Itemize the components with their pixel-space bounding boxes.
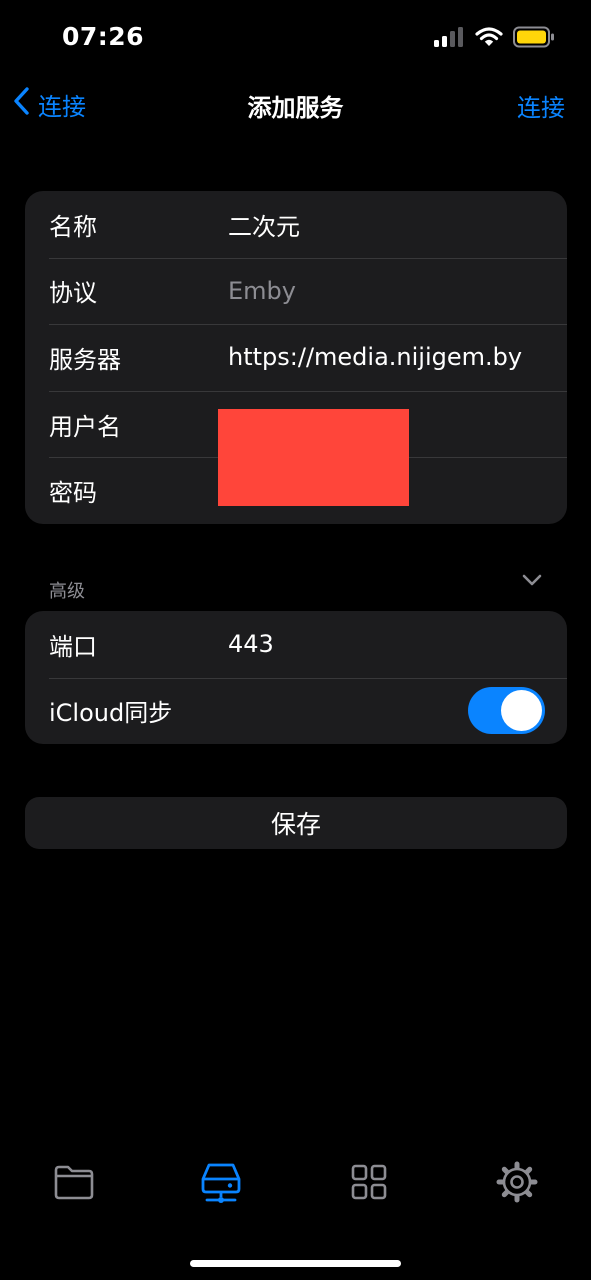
- server-field[interactable]: https://media.nijigem.by: [228, 343, 522, 371]
- grid-icon: [349, 1162, 389, 1206]
- tab-files[interactable]: [50, 1160, 98, 1208]
- status-icons: [433, 26, 555, 52]
- tab-settings[interactable]: [493, 1160, 541, 1208]
- server-row[interactable]: 服务器 https://media.nijigem.by: [25, 324, 567, 391]
- back-button-label: 连接: [38, 92, 86, 121]
- icloud-sync-row: iCloud同步: [25, 677, 567, 745]
- toggle-knob: [501, 689, 542, 731]
- server-icon: [199, 1160, 243, 1208]
- back-button[interactable]: 连接: [12, 86, 86, 122]
- port-field[interactable]: 443: [228, 630, 274, 658]
- redaction-block: [218, 409, 409, 506]
- connect-button[interactable]: 连接: [517, 88, 565, 123]
- port-label: 端口: [49, 632, 97, 661]
- icloud-sync-toggle[interactable]: [468, 686, 545, 734]
- tab-library[interactable]: [345, 1160, 393, 1208]
- server-label: 服务器: [49, 345, 121, 374]
- cellular-signal-icon: [433, 26, 465, 52]
- save-button[interactable]: 保存: [25, 797, 567, 849]
- name-row[interactable]: 名称 二次元: [25, 191, 567, 258]
- icloud-sync-label: iCloud同步: [49, 699, 173, 728]
- home-indicator: [190, 1260, 401, 1267]
- port-row[interactable]: 端口 443: [25, 611, 567, 678]
- advanced-group: 端口 443 iCloud同步: [25, 611, 567, 745]
- page-title: 添加服务: [247, 94, 344, 122]
- tab-servers[interactable]: [197, 1160, 245, 1208]
- name-label: 名称: [49, 212, 97, 241]
- username-label: 用户名: [49, 412, 121, 441]
- name-field[interactable]: 二次元: [228, 207, 300, 242]
- protocol-field[interactable]: Emby: [228, 277, 296, 305]
- wifi-icon: [475, 26, 503, 52]
- folder-icon: [52, 1162, 96, 1206]
- chevron-left-icon: [12, 86, 30, 122]
- chevron-down-icon[interactable]: [521, 572, 543, 592]
- advanced-section-header: 高级: [49, 581, 85, 602]
- protocol-label: 协议: [49, 279, 97, 308]
- password-label: 密码: [49, 479, 97, 508]
- gear-icon: [496, 1161, 538, 1207]
- status-time: 07:26: [62, 22, 145, 51]
- battery-icon: [513, 26, 555, 52]
- protocol-row[interactable]: 协议 Emby: [25, 257, 567, 325]
